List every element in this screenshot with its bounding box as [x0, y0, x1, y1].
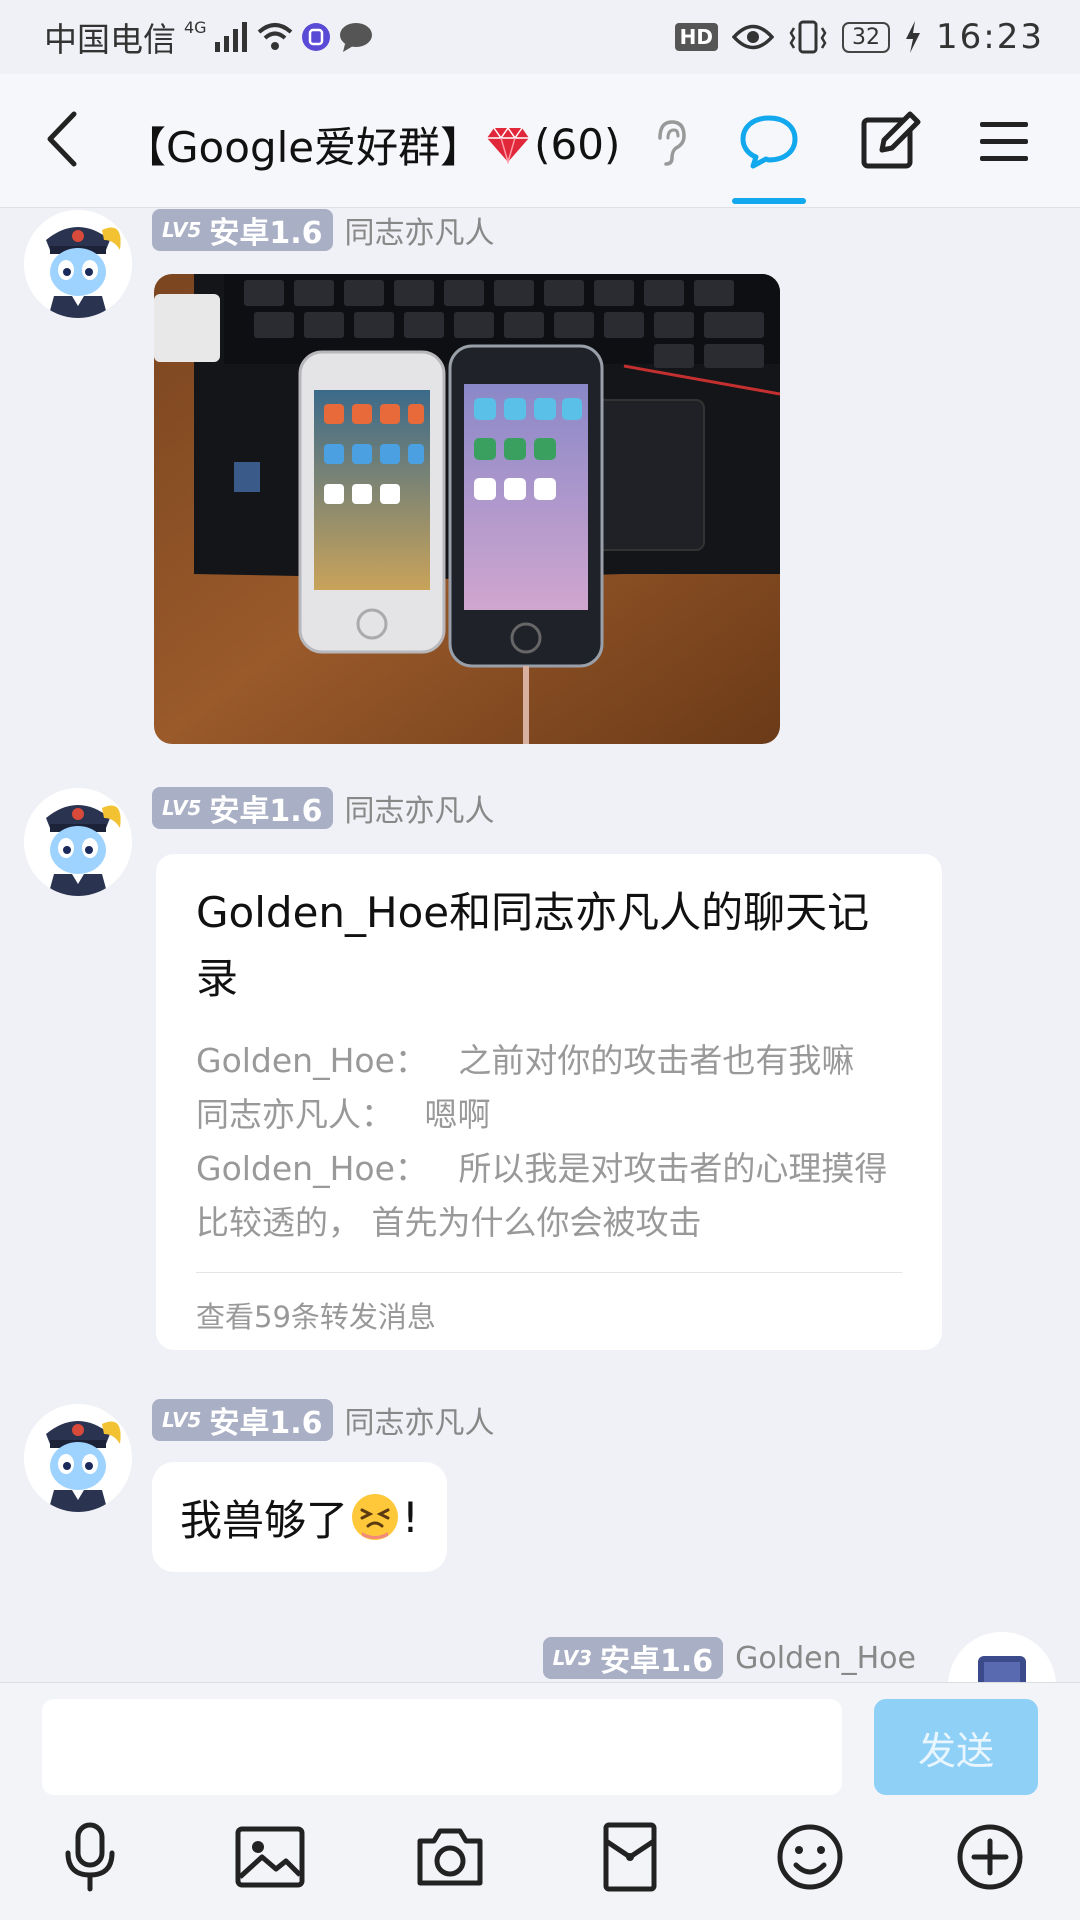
status-bar: 中国电信 4G HD 32 16:23	[0, 0, 1080, 74]
forward-preview: Golden_Hoe： 之前对你的攻击者也有我嘛 同志亦凡人： 嗯啊 Golde…	[196, 1034, 916, 1250]
forward-line: Golden_Hoe： 所以我是对攻击者的心理摸得比较透的， 首先为什么你会被攻…	[196, 1142, 916, 1250]
image-message[interactable]	[154, 274, 780, 744]
forward-line-text: 嗯啊	[424, 1095, 491, 1134]
level-code: LV3	[552, 1646, 593, 1670]
forward-line-name: Golden_Hoe：	[196, 1149, 428, 1188]
level-name: 安卓1.6	[209, 794, 323, 829]
microphone-icon[interactable]	[54, 1821, 126, 1893]
level-code: LV5	[162, 796, 202, 820]
forward-line-name: Golden_Hoe：	[196, 1041, 428, 1080]
avatar-icon	[948, 1632, 1056, 1682]
send-button[interactable]: 发送	[874, 1699, 1038, 1795]
red-packet-icon[interactable]	[594, 1821, 666, 1893]
level-name: 安卓1.6	[600, 1644, 714, 1679]
level-badge: LV3 安卓1.6	[542, 1637, 724, 1679]
eye-icon	[732, 24, 775, 50]
avatar-cartoon-icon	[24, 1404, 132, 1512]
signal-icon	[214, 22, 247, 52]
message-text: 我兽够了	[180, 1495, 349, 1545]
vibrate-icon	[789, 20, 827, 54]
frustrated-emoji-icon	[352, 1494, 399, 1540]
level-badge: LV5 安卓1.6	[152, 787, 333, 829]
chat-bubble-icon	[740, 115, 798, 169]
menu-icon[interactable]	[976, 114, 1032, 170]
group-title[interactable]: 【Google爱好群】 (60)	[124, 114, 620, 175]
sender-name[interactable]: 同志亦凡人	[345, 208, 495, 252]
ear-icon[interactable]	[650, 118, 690, 166]
tab-chat[interactable]	[730, 74, 808, 208]
level-name: 安卓1.6	[209, 1406, 323, 1441]
gem-icon	[487, 126, 530, 164]
message-meta: LV5 安卓1.6 同志亦凡人	[152, 208, 495, 252]
charging-icon	[906, 21, 921, 53]
sender-name[interactable]: 同志亦凡人	[345, 1398, 495, 1442]
avatar[interactable]	[24, 1404, 132, 1512]
tab-indicator	[732, 198, 806, 204]
battery-level: 32	[842, 21, 891, 53]
forwarded-chat-card[interactable]: Golden_Hoe和同志亦凡人的聊天记录 Golden_Hoe： 之前对你的攻…	[156, 854, 942, 1350]
forward-line-name: 同志亦凡人：	[196, 1095, 394, 1134]
status-right: HD 32 16:23	[674, 14, 1044, 60]
chat-header: 【Google爱好群】 (60)	[0, 74, 1080, 208]
avatar[interactable]	[24, 210, 132, 318]
tieba-notification-icon	[301, 23, 330, 51]
back-icon[interactable]	[30, 104, 100, 174]
divider	[196, 1272, 902, 1273]
message-text-end: !	[402, 1492, 419, 1542]
camera-icon[interactable]	[414, 1821, 486, 1893]
hd-badge: HD	[674, 23, 719, 51]
wifi-icon	[257, 23, 292, 50]
forward-line: 同志亦凡人： 嗯啊	[196, 1088, 916, 1142]
level-badge: LV5 安卓1.6	[152, 209, 333, 251]
view-forwarded-link[interactable]: 查看59条转发消息	[196, 1294, 436, 1336]
chat-area[interactable]: LV5 安卓1.6 同志亦凡人 LV5 安卓1.6 同志亦凡人 Golden_H…	[0, 208, 1080, 1682]
toolbar	[0, 1821, 1080, 1907]
level-code: LV5	[162, 1408, 202, 1432]
avatar-cartoon-icon	[24, 788, 132, 896]
forward-line: Golden_Hoe： 之前对你的攻击者也有我嘛	[196, 1034, 916, 1088]
image-icon[interactable]	[234, 1821, 306, 1893]
text-message[interactable]: 我兽够了 !	[152, 1462, 447, 1572]
network-type: 4G	[184, 18, 207, 37]
message-meta: LV5 安卓1.6 同志亦凡人	[152, 786, 495, 830]
sender-name[interactable]: Golden_Hoe	[735, 1641, 916, 1676]
level-badge: LV5 安卓1.6	[152, 1399, 333, 1441]
status-left: 中国电信 4G	[44, 14, 373, 60]
message-notification-icon	[339, 23, 372, 52]
message-meta: LV5 安卓1.6 同志亦凡人	[152, 1398, 495, 1442]
member-count: (60)	[534, 120, 621, 169]
avatar-cartoon-icon	[24, 210, 132, 318]
edit-icon[interactable]	[858, 110, 922, 174]
level-name: 安卓1.6	[209, 216, 323, 251]
sender-name[interactable]: 同志亦凡人	[345, 786, 495, 830]
forward-title: Golden_Hoe和同志亦凡人的聊天记录	[196, 888, 870, 1003]
message-input[interactable]	[42, 1699, 842, 1795]
emoji-icon[interactable]	[774, 1821, 846, 1893]
clock: 16:23	[936, 17, 1044, 57]
input-bar: 发送	[0, 1682, 1080, 1920]
plus-icon[interactable]	[954, 1821, 1026, 1893]
phones-photo	[154, 274, 780, 744]
message-meta: LV3 安卓1.6 Golden_Hoe	[542, 1636, 916, 1680]
group-name: 【Google爱好群】	[124, 123, 483, 172]
avatar[interactable]	[948, 1632, 1056, 1682]
level-code: LV5	[162, 218, 202, 242]
carrier-name: 中国电信	[44, 20, 176, 59]
forward-line-text: 之前对你的攻击者也有我嘛	[458, 1041, 855, 1080]
avatar[interactable]	[24, 788, 132, 896]
